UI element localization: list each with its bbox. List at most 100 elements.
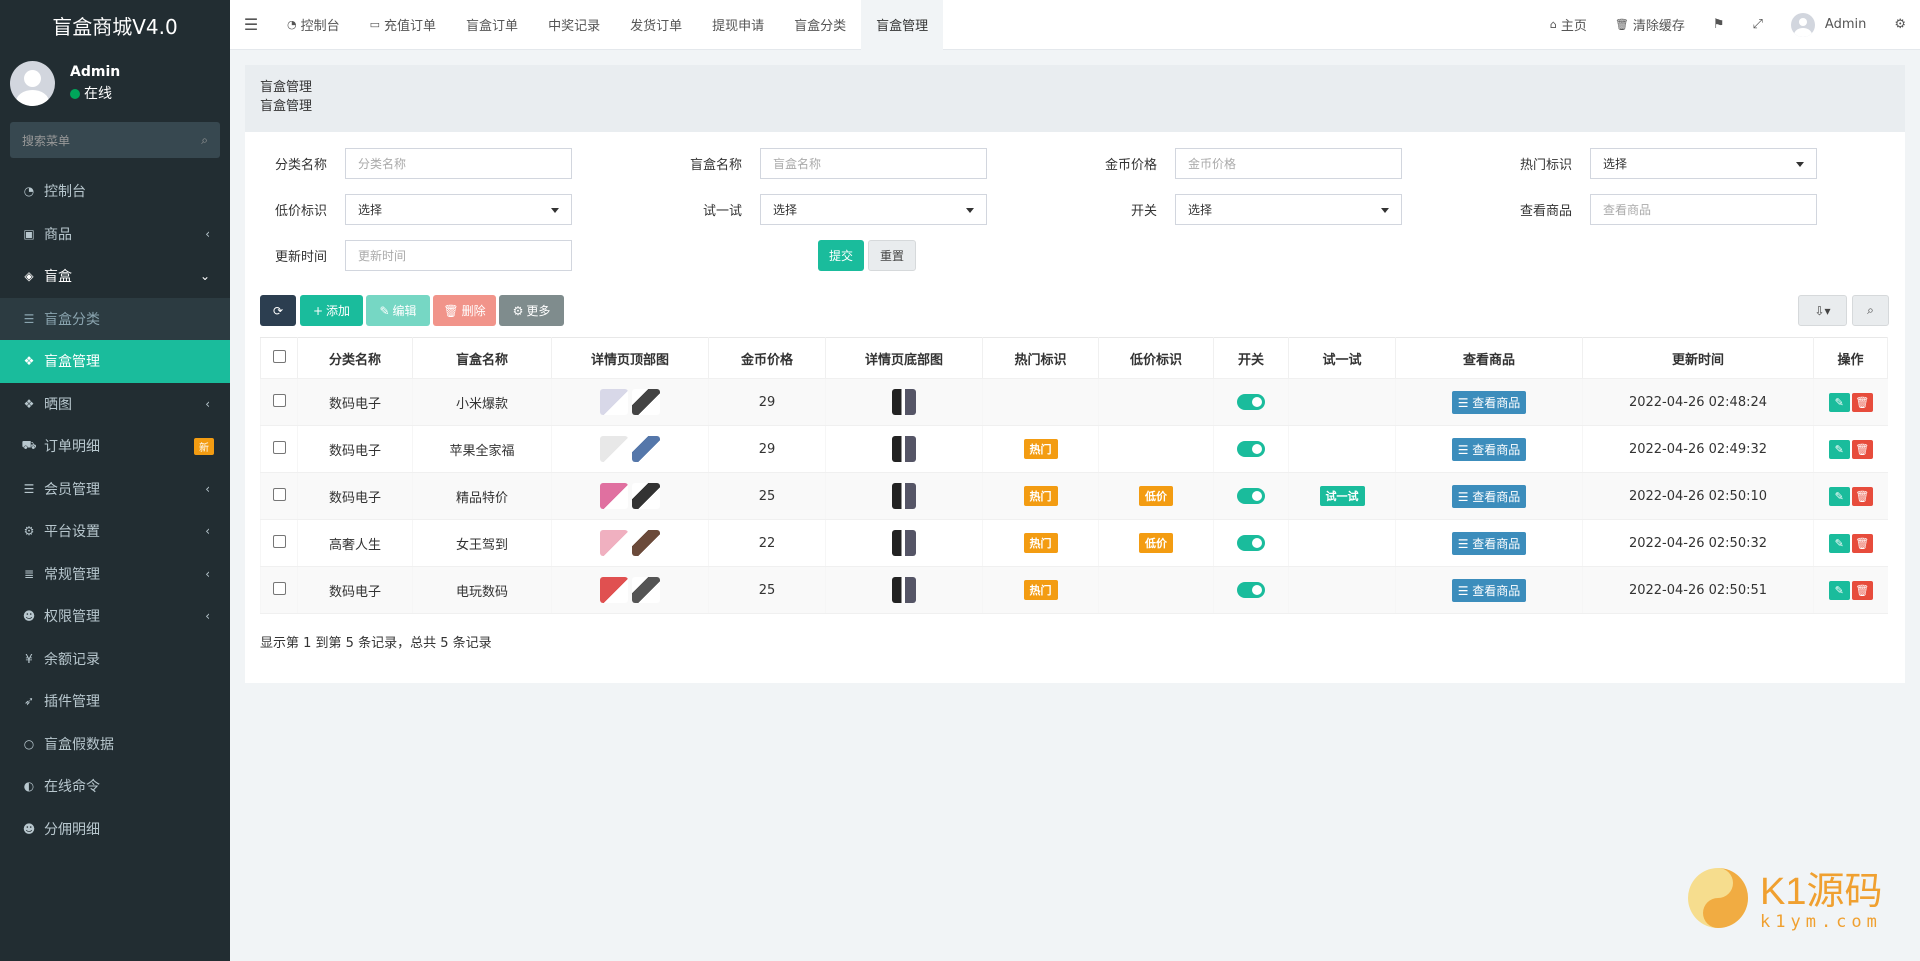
col-try[interactable]: 试一试	[1288, 337, 1396, 379]
top-image-thumb[interactable]	[600, 530, 628, 556]
coin-price-input[interactable]: 金币价格	[1175, 148, 1402, 179]
add-button[interactable]: + 添加	[300, 295, 363, 326]
export-button[interactable]: ⇩▾	[1798, 295, 1847, 326]
col-bottom-image[interactable]: 详情页底部图	[825, 337, 983, 379]
search-icon[interactable]: ⌕	[201, 133, 208, 148]
sidebar-item-orders[interactable]: ⛟ 订单明细新	[0, 425, 230, 468]
table-row[interactable]: 高奢人生 女王驾到 22 热门 低价 ☰ 查看商品 2022-04-26 02:50:32 ✎…	[260, 519, 1888, 567]
col-top-image[interactable]: 详情页顶部图	[551, 337, 709, 379]
row-checkbox[interactable]	[272, 440, 286, 454]
bottom-image-thumb[interactable]	[892, 389, 916, 415]
sidebar-item-fake-data[interactable]: ○ 盲盒假数据	[0, 723, 230, 766]
tab-dashboard[interactable]: ◔ 控制台	[272, 0, 355, 50]
submit-button[interactable]: 提交	[818, 240, 865, 271]
col-goods[interactable]: 查看商品	[1395, 337, 1583, 379]
sidebar-item-dashboard[interactable]: ◔ 控制台	[0, 170, 230, 213]
top-image-thumb[interactable]	[632, 530, 660, 556]
sidebar-item-blindbox-category[interactable]: ☰ 盲盒分类	[0, 297, 230, 340]
hot-select[interactable]: 选择	[1590, 148, 1817, 179]
refresh-button[interactable]: ⟳	[260, 295, 296, 326]
tab-prize-records[interactable]: 中奖记录	[533, 0, 615, 50]
sidebar-item-platform-settings[interactable]: ⚙ 平台设置 ‹	[0, 510, 230, 553]
user-menu[interactable]: Admin	[1777, 12, 1880, 37]
switch-toggle[interactable]	[1237, 582, 1265, 598]
top-image-thumb[interactable]	[632, 436, 660, 462]
sidebar-item-permissions[interactable]: ☻ 权限管理 ‹	[0, 595, 230, 638]
tab-box-manage[interactable]: 盲盒管理	[861, 0, 944, 50]
updated-input[interactable]: 更新时间	[345, 240, 572, 271]
delete-row-icon[interactable]: 🗑	[1851, 580, 1873, 600]
table-row[interactable]: 数码电子 精品特价 25 热门 低价 试一试 ☰ 查看商品 2022-04-26 02:50:…	[260, 472, 1888, 520]
fullscreen-icon[interactable]: ⤢	[1739, 17, 1777, 32]
col-switch[interactable]: 开关	[1213, 337, 1289, 379]
switch-toggle[interactable]	[1237, 441, 1265, 457]
col-updated[interactable]: 更新时间	[1582, 337, 1814, 379]
clear-cache-button[interactable]: 🗑 清除缓存	[1601, 15, 1699, 34]
select-all-checkbox[interactable]	[272, 349, 286, 363]
col-category[interactable]: 分类名称	[297, 337, 413, 379]
edit-row-icon[interactable]: ✎	[1828, 533, 1850, 553]
edit-row-icon[interactable]: ✎	[1828, 439, 1850, 459]
bottom-image-thumb[interactable]	[892, 436, 916, 462]
delete-row-icon[interactable]: 🗑	[1851, 486, 1873, 506]
row-checkbox[interactable]	[272, 581, 286, 595]
sidebar-item-commission[interactable]: ☻ 分佣明细	[0, 808, 230, 851]
top-image-thumb[interactable]	[632, 483, 660, 509]
edit-button[interactable]: ✎ 编辑	[366, 295, 430, 326]
language-icon[interactable]: ⚑	[1699, 17, 1739, 32]
goods-input[interactable]: 查看商品	[1590, 194, 1817, 225]
sidebar-item-goods[interactable]: ▣ 商品 ‹	[0, 213, 230, 256]
row-checkbox[interactable]	[272, 393, 286, 407]
switch-toggle[interactable]	[1237, 535, 1265, 551]
top-image-thumb[interactable]	[600, 483, 628, 509]
try-select[interactable]: 选择	[760, 194, 987, 225]
edit-row-icon[interactable]: ✎	[1828, 392, 1850, 412]
delete-row-icon[interactable]: 🗑	[1851, 392, 1873, 412]
home-link[interactable]: ⌂ 主页	[1536, 15, 1601, 34]
switch-select[interactable]: 选择	[1175, 194, 1402, 225]
menu-toggle-icon[interactable]: ☰	[230, 15, 272, 34]
tab-box-category[interactable]: 盲盒分类	[779, 0, 861, 50]
bottom-image-thumb[interactable]	[892, 530, 916, 556]
view-goods-button[interactable]: ☰ 查看商品	[1451, 484, 1527, 508]
delete-button[interactable]: 🗑 删除	[433, 295, 496, 326]
reset-button[interactable]: 重置	[868, 240, 917, 271]
col-price[interactable]: 金币价格	[708, 337, 826, 379]
edit-row-icon[interactable]: ✎	[1828, 486, 1850, 506]
bottom-image-thumb[interactable]	[892, 577, 916, 603]
delete-row-icon[interactable]: 🗑	[1851, 533, 1873, 553]
top-image-thumb[interactable]	[600, 436, 628, 462]
row-checkbox[interactable]	[272, 487, 286, 501]
low-select[interactable]: 选择	[345, 194, 572, 225]
search-toggle-button[interactable]: ⌕	[1852, 295, 1889, 326]
edit-row-icon[interactable]: ✎	[1828, 580, 1850, 600]
switch-toggle[interactable]	[1237, 488, 1265, 504]
sidebar-item-showcase[interactable]: ❖ 晒图 ‹	[0, 383, 230, 426]
view-goods-button[interactable]: ☰ 查看商品	[1451, 390, 1527, 414]
col-hot[interactable]: 热门标识	[982, 337, 1099, 379]
sidebar-item-command[interactable]: ◐ 在线命令	[0, 765, 230, 808]
sidebar-item-balance[interactable]: ¥ 余额记录	[0, 638, 230, 681]
view-goods-button[interactable]: ☰ 查看商品	[1451, 578, 1527, 602]
tab-recharge-orders[interactable]: ▭ 充值订单	[355, 0, 451, 50]
category-input[interactable]: 分类名称	[345, 148, 572, 179]
table-row[interactable]: 数码电子 苹果全家福 29 热门 ☰ 查看商品 2022-04-26 02:49:32 ✎ 🗑	[260, 425, 1888, 473]
sidebar-item-blindbox[interactable]: ◈ 盲盒 ⌄	[0, 255, 230, 298]
delete-row-icon[interactable]: 🗑	[1851, 439, 1873, 459]
app-title[interactable]: 盲盒商城V4.0	[0, 0, 230, 50]
top-image-thumb[interactable]	[632, 577, 660, 603]
col-low[interactable]: 低价标识	[1098, 337, 1214, 379]
more-button[interactable]: ⚙ 更多	[499, 295, 564, 326]
top-image-thumb[interactable]	[632, 389, 660, 415]
switch-toggle[interactable]	[1237, 394, 1265, 410]
box-name-input[interactable]: 盲盒名称	[760, 148, 987, 179]
sidebar-search-input[interactable]: 搜索菜单 ⌕	[10, 122, 220, 158]
sidebar-item-plugins[interactable]: ➶ 插件管理	[0, 680, 230, 723]
settings-icon[interactable]: ⚙	[1880, 17, 1920, 32]
col-name[interactable]: 盲盒名称	[412, 337, 552, 379]
table-row[interactable]: 数码电子 小米爆款 29 ☰ 查看商品 2022-04-26 02:48:24 ✎ 🗑	[260, 378, 1888, 426]
row-checkbox[interactable]	[272, 534, 286, 548]
tab-shipping-orders[interactable]: 发货订单	[615, 0, 697, 50]
view-goods-button[interactable]: ☰ 查看商品	[1451, 437, 1527, 461]
bottom-image-thumb[interactable]	[892, 483, 916, 509]
